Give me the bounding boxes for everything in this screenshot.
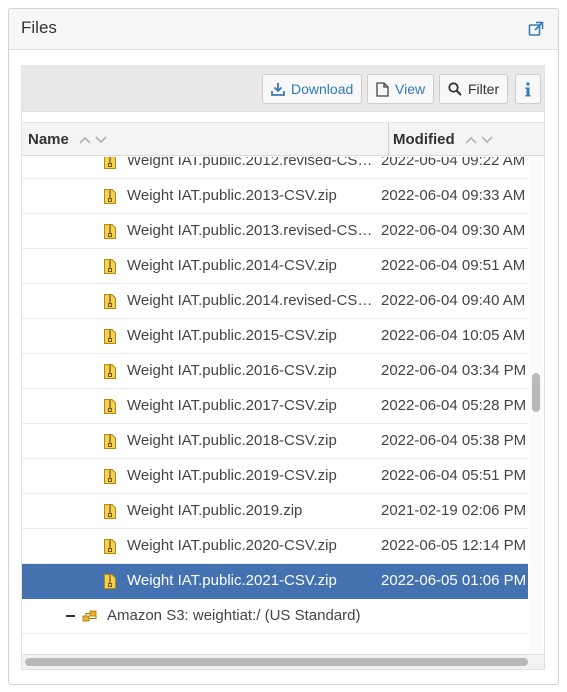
zip-file-icon xyxy=(104,189,116,204)
file-modified: 2022-06-05 01:06 PM xyxy=(381,572,527,589)
file-row[interactable]: Weight IAT.public.2013.revised-CSV.zip 20… xyxy=(22,214,528,249)
modified-sort[interactable] xyxy=(465,135,493,144)
file-row[interactable]: Weight IAT.public.2013-CSV.zip 2022-06-04… xyxy=(22,179,528,214)
download-label: Download xyxy=(291,81,354,97)
file-modified: 2022-06-04 05:38 PM xyxy=(381,432,527,449)
file-modified: 2022-06-04 09:22 AM xyxy=(381,157,526,169)
file-name: Weight IAT.public.2014.revised-CSV.zip xyxy=(127,292,375,309)
zip-file-icon xyxy=(104,574,116,589)
name-sort[interactable] xyxy=(79,135,107,144)
file-name: Weight IAT.public.2020-CSV.zip xyxy=(127,537,337,554)
zip-file-icon xyxy=(104,539,116,554)
view-label: View xyxy=(395,81,426,97)
file-modified: 2022-06-04 05:28 PM xyxy=(381,397,527,414)
file-name: Weight IAT.public.2014-CSV.zip xyxy=(127,257,337,274)
collapse-icon[interactable] xyxy=(66,615,75,617)
vertical-scroll-thumb[interactable] xyxy=(532,373,540,412)
file-row[interactable]: Weight IAT.public.2019.zip 2021-02-19 02:… xyxy=(22,494,528,529)
file-row[interactable]: Weight IAT.public.2014.revised-CSV.zip 20… xyxy=(22,284,528,319)
name-column-header[interactable]: Name xyxy=(28,123,386,156)
toolbar: Download View Filter xyxy=(22,66,544,112)
file-name: Weight IAT.public.2018-CSV.zip xyxy=(127,432,337,449)
view-button[interactable]: View xyxy=(367,74,435,104)
files-panel: Files Download View Filter Name Modified… xyxy=(8,8,559,685)
filter-button[interactable]: Filter xyxy=(439,74,509,104)
file-icon xyxy=(376,81,389,97)
sort-up-icon[interactable] xyxy=(465,136,477,144)
zip-file-icon xyxy=(104,157,116,169)
column-divider[interactable] xyxy=(388,123,389,156)
modified-column-header[interactable]: Modified xyxy=(393,123,543,156)
name-column-label: Name xyxy=(28,131,69,148)
file-modified: 2022-06-04 03:34 PM xyxy=(381,362,527,379)
sort-down-icon[interactable] xyxy=(481,135,493,144)
file-name: Weight IAT.public.2019-CSV.zip xyxy=(127,467,337,484)
file-name: Weight IAT.public.2013-CSV.zip xyxy=(127,187,337,204)
download-icon xyxy=(271,83,285,96)
sort-down-icon[interactable] xyxy=(95,135,107,144)
file-name: Weight IAT.public.2021-CSV.zip xyxy=(127,572,337,589)
vertical-scrollbar[interactable] xyxy=(529,157,543,653)
download-button[interactable]: Download xyxy=(262,74,363,104)
search-icon xyxy=(448,82,462,96)
s3-bucket-label: Amazon S3: weightiat:/ (US Standard) xyxy=(107,607,361,624)
external-link-icon[interactable] xyxy=(528,21,544,37)
file-row[interactable]: Weight IAT.public.2015-CSV.zip 2022-06-04… xyxy=(22,319,528,354)
file-modified: 2022-06-04 05:51 PM xyxy=(381,467,527,484)
horizontal-scroll-thumb[interactable] xyxy=(25,658,528,666)
horizontal-scrollbar[interactable] xyxy=(22,654,544,669)
modified-column-label: Modified xyxy=(393,131,455,148)
file-name: Weight IAT.public.2012.revised-CSV.zip xyxy=(127,157,375,169)
info-icon xyxy=(525,82,531,96)
file-browser: Download View Filter Name Modified Weigh… xyxy=(21,65,545,670)
file-modified: 2021-02-19 02:06 PM xyxy=(381,502,527,519)
zip-file-icon xyxy=(104,469,116,484)
file-row[interactable]: Weight IAT.public.2020-CSV.zip 2022-06-05… xyxy=(22,529,528,564)
file-row[interactable]: Weight IAT.public.2017-CSV.zip 2022-06-04… xyxy=(22,389,528,424)
file-name: Weight IAT.public.2016-CSV.zip xyxy=(127,362,337,379)
s3-storage-icon xyxy=(82,610,97,622)
zip-file-icon xyxy=(104,224,116,239)
file-modified: 2022-06-05 12:14 PM xyxy=(381,537,527,554)
zip-file-icon xyxy=(104,329,116,344)
zip-file-icon xyxy=(104,294,116,309)
file-modified: 2022-06-04 09:40 AM xyxy=(381,292,526,309)
sort-up-icon[interactable] xyxy=(79,136,91,144)
panel-title: Files xyxy=(21,18,57,37)
zip-file-icon xyxy=(104,504,116,519)
panel-header: Files xyxy=(9,9,558,50)
file-modified: 2022-06-04 09:51 AM xyxy=(381,257,526,274)
file-name: Weight IAT.public.2013.revised-CSV.zip xyxy=(127,222,375,239)
zip-file-icon xyxy=(104,434,116,449)
file-name: Weight IAT.public.2019.zip xyxy=(127,502,303,519)
file-row-selected[interactable]: Weight IAT.public.2021-CSV.zip 2022-06-05… xyxy=(22,564,528,599)
info-button[interactable] xyxy=(515,74,541,104)
zip-file-icon xyxy=(104,364,116,379)
column-header: Name Modified xyxy=(22,122,544,156)
file-name: Weight IAT.public.2017-CSV.zip xyxy=(127,397,337,414)
file-row[interactable]: Weight IAT.public.2012.revised-CSV.zip 20… xyxy=(22,157,528,179)
file-row[interactable]: Weight IAT.public.2016-CSV.zip 2022-06-04… xyxy=(22,354,528,389)
file-rows: Weight IAT.public.2012.revised-CSV.zip 20… xyxy=(22,157,528,634)
file-modified: 2022-06-04 09:33 AM xyxy=(381,187,526,204)
file-name: Weight IAT.public.2015-CSV.zip xyxy=(127,327,337,344)
file-modified: 2022-06-04 09:30 AM xyxy=(381,222,526,239)
file-row[interactable]: Weight IAT.public.2018-CSV.zip 2022-06-04… xyxy=(22,424,528,459)
file-row[interactable]: Weight IAT.public.2019-CSV.zip 2022-06-04… xyxy=(22,459,528,494)
s3-bucket-row[interactable]: Amazon S3: weightiat:/ (US Standard) xyxy=(22,599,528,634)
file-list: Weight IAT.public.2012.revised-CSV.zip 20… xyxy=(22,157,528,653)
file-modified: 2022-06-04 10:05 AM xyxy=(381,327,526,344)
filter-label: Filter xyxy=(468,81,500,97)
zip-file-icon xyxy=(104,259,116,274)
file-row[interactable]: Weight IAT.public.2014-CSV.zip 2022-06-04… xyxy=(22,249,528,284)
zip-file-icon xyxy=(104,399,116,414)
